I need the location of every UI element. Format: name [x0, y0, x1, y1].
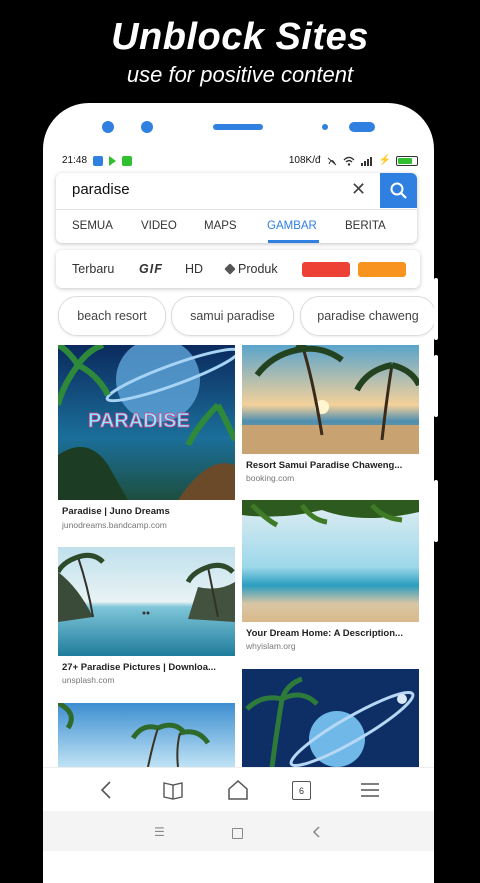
image-result[interactable]: Your Dream Home: A Description... whyisl…	[242, 500, 419, 655]
system-home-icon[interactable]	[232, 828, 243, 839]
result-image	[242, 669, 419, 767]
filter-bar: Terbaru GIF HD Produk	[56, 250, 420, 288]
result-image	[242, 500, 419, 622]
back-icon[interactable]	[95, 778, 119, 802]
flash-led	[349, 122, 375, 132]
image-result[interactable]: PARADISE Paradise | Juno Dreams junodrea…	[58, 345, 235, 535]
notification-icon	[93, 156, 103, 166]
bookmarks-icon[interactable]	[161, 778, 185, 802]
tab-count: 6	[298, 785, 304, 796]
search-icon	[390, 182, 407, 199]
result-image	[58, 547, 235, 656]
tab-video[interactable]: VIDEO	[141, 220, 177, 232]
image-result[interactable]	[58, 703, 235, 767]
result-source: booking.com	[246, 473, 295, 483]
result-source: junodreams.bandcamp.com	[62, 520, 167, 530]
battery-icon	[396, 155, 418, 166]
proximity-sensor	[141, 121, 153, 133]
result-caption: Paradise | Juno Dreams	[62, 506, 170, 517]
album-art-text: PARADISE	[88, 410, 190, 432]
search-button[interactable]	[380, 173, 417, 208]
color-filter-orange[interactable]	[358, 262, 406, 277]
result-image	[58, 703, 235, 767]
charging-icon: ⚡	[378, 155, 391, 166]
result-source: unsplash.com	[62, 675, 115, 685]
image-result[interactable]: 27+ Paradise Pictures | Downloa... unspl…	[58, 547, 235, 692]
mute-icon	[327, 157, 336, 165]
tab-maps[interactable]: MAPS	[204, 220, 237, 232]
chip-beach-resort[interactable]: beach resort	[58, 296, 166, 336]
status-bar: 21:48 108K/đ ⚡	[43, 153, 434, 169]
color-filter-red[interactable]	[302, 262, 350, 277]
system-nav-bar: ☰	[43, 811, 434, 851]
active-tab-indicator	[268, 240, 319, 243]
search-input[interactable]: paradise	[72, 181, 130, 198]
recents-icon[interactable]: ☰	[154, 825, 165, 839]
chip-paradise-chaweng[interactable]: paradise chaweng	[300, 296, 434, 336]
result-source: whyislam.org	[246, 641, 296, 651]
result-image: PARADISE	[58, 345, 235, 500]
wifi-icon	[343, 156, 355, 166]
image-result[interactable]	[242, 669, 419, 767]
menu-icon[interactable]	[358, 778, 382, 802]
tab-semua[interactable]: SEMUA	[72, 220, 113, 232]
phone-side-button	[434, 355, 438, 417]
promo-subline: use for positive content	[126, 62, 354, 87]
promo-headline: Unblock Sites	[111, 16, 369, 58]
result-caption: Resort Samui Paradise Chaweng...	[246, 460, 403, 471]
tabs-button[interactable]: 6	[292, 781, 311, 800]
search-tabs: SEMUA VIDEO MAPS GAMBAR BERITA	[56, 209, 417, 244]
play-icon	[109, 156, 116, 166]
filter-terbaru[interactable]: Terbaru	[72, 262, 114, 276]
phone-frame: 21:48 108K/đ ⚡ paradise ✕ SEMUA VIDEO MA…	[43, 103, 434, 883]
result-caption: Your Dream Home: A Description...	[246, 628, 403, 639]
filter-produk-label: Produk	[238, 262, 278, 276]
signal-icon	[360, 156, 372, 166]
result-caption: 27+ Paradise Pictures | Downloa...	[62, 662, 216, 673]
earpiece-speaker	[213, 124, 263, 130]
tab-berita[interactable]: BERITA	[345, 220, 386, 232]
chip-samui-paradise[interactable]: samui paradise	[171, 296, 294, 336]
filter-hd[interactable]: HD	[185, 262, 203, 276]
result-image	[242, 345, 419, 454]
phone-side-button	[434, 278, 438, 340]
home-icon[interactable]	[226, 778, 250, 802]
browser-bottom-nav: 6	[43, 767, 434, 812]
image-result[interactable]: Resort Samui Paradise Chaweng... booking…	[242, 345, 419, 490]
tab-gambar[interactable]: GAMBAR	[267, 220, 317, 232]
filter-gif[interactable]: GIF	[139, 262, 163, 276]
app-icon	[122, 156, 132, 166]
tag-icon	[224, 263, 236, 275]
clear-icon[interactable]: ✕	[351, 179, 366, 200]
front-camera	[102, 121, 114, 133]
filter-produk[interactable]: Produk	[224, 262, 278, 276]
system-back-icon[interactable]	[311, 825, 323, 839]
status-time: 21:48	[62, 155, 88, 166]
light-sensor	[322, 124, 328, 130]
net-speed: 108K/đ	[288, 155, 321, 166]
search-card: paradise ✕ SEMUA VIDEO MAPS GAMBAR BERIT…	[56, 173, 417, 243]
phone-side-button	[434, 480, 438, 542]
